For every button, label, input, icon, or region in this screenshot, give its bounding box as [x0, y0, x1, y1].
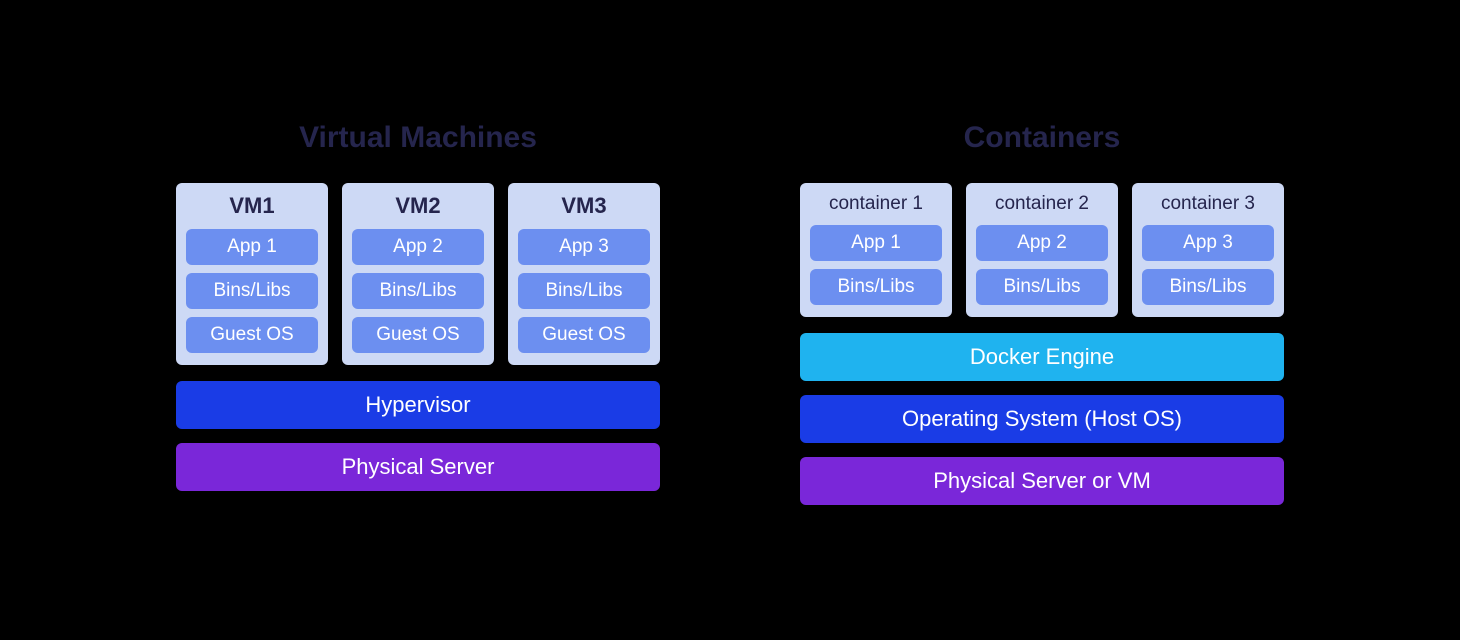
vm-name: VM2	[395, 193, 440, 219]
containers-title: Containers	[964, 121, 1121, 155]
vm-box-2: VM2 App 2 Bins/Libs Guest OS	[342, 183, 494, 365]
vm-app-layer: App 3	[518, 229, 650, 265]
vm-app-layer: App 1	[186, 229, 318, 265]
container-name: container 1	[829, 193, 923, 215]
host-os-bar: Operating System (Host OS)	[800, 395, 1284, 443]
container-app-layer: App 2	[976, 225, 1108, 261]
vm-guestos-layer: Guest OS	[518, 317, 650, 353]
vm-bins-layer: Bins/Libs	[518, 273, 650, 309]
vm-name: VM3	[561, 193, 606, 219]
vm-bins-layer: Bins/Libs	[352, 273, 484, 309]
vm-vs-containers-diagram: Virtual Machines VM1 App 1 Bins/Libs Gue…	[176, 121, 1284, 519]
container-bins-layer: Bins/Libs	[1142, 269, 1274, 305]
containers-units-row: container 1 App 1 Bins/Libs container 2 …	[800, 183, 1284, 317]
vm-title: Virtual Machines	[299, 121, 537, 155]
vm-box-3: VM3 App 3 Bins/Libs Guest OS	[508, 183, 660, 365]
containers-column: Containers container 1 App 1 Bins/Libs c…	[800, 121, 1284, 519]
docker-engine-bar: Docker Engine	[800, 333, 1284, 381]
container-box-3: container 3 App 3 Bins/Libs	[1132, 183, 1284, 317]
vm-guestos-layer: Guest OS	[186, 317, 318, 353]
vm-name: VM1	[229, 193, 274, 219]
container-app-layer: App 1	[810, 225, 942, 261]
physical-server-bar: Physical Server	[176, 443, 660, 491]
container-bins-layer: Bins/Libs	[810, 269, 942, 305]
physical-server-or-vm-bar: Physical Server or VM	[800, 457, 1284, 505]
vm-units-row: VM1 App 1 Bins/Libs Guest OS VM2 App 2 B…	[176, 183, 660, 365]
container-name: container 2	[995, 193, 1089, 215]
hypervisor-bar: Hypervisor	[176, 381, 660, 429]
vm-box-1: VM1 App 1 Bins/Libs Guest OS	[176, 183, 328, 365]
vm-bins-layer: Bins/Libs	[186, 273, 318, 309]
container-box-1: container 1 App 1 Bins/Libs	[800, 183, 952, 317]
vm-guestos-layer: Guest OS	[352, 317, 484, 353]
container-bins-layer: Bins/Libs	[976, 269, 1108, 305]
container-name: container 3	[1161, 193, 1255, 215]
vm-app-layer: App 2	[352, 229, 484, 265]
container-box-2: container 2 App 2 Bins/Libs	[966, 183, 1118, 317]
container-app-layer: App 3	[1142, 225, 1274, 261]
vm-column: Virtual Machines VM1 App 1 Bins/Libs Gue…	[176, 121, 660, 519]
